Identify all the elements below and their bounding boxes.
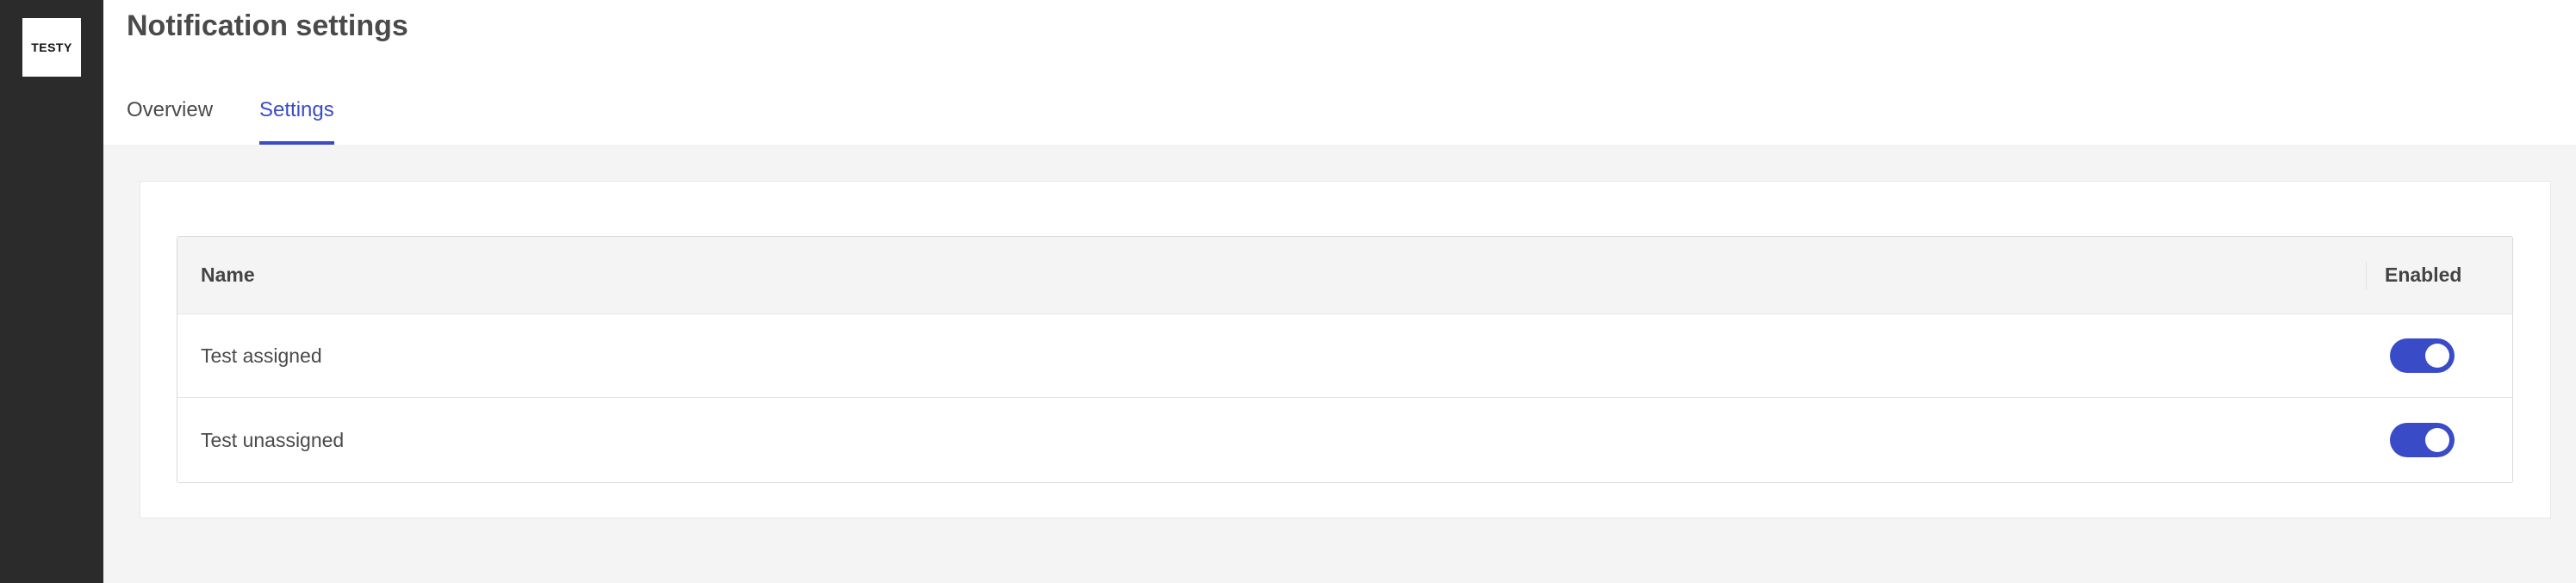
page-title: Notification settings	[127, 9, 408, 42]
app-root: TESTY Notification settings Overview Set…	[0, 0, 2576, 583]
settings-card: Name Enabled Test assigned Test unassign…	[140, 181, 2551, 518]
enabled-toggle[interactable]	[2390, 423, 2455, 457]
sidebar: TESTY	[0, 0, 103, 583]
table-row: Test assigned	[177, 314, 2512, 398]
toggle-knob	[2425, 344, 2449, 368]
tab-bar: Overview Settings	[127, 93, 381, 145]
page-header: Notification settings Overview Settings	[103, 0, 2576, 145]
column-header-name[interactable]: Name	[201, 237, 255, 313]
notification-name: Test unassigned	[201, 428, 345, 451]
tab-settings[interactable]: Settings	[259, 93, 334, 145]
notification-table: Name Enabled Test assigned Test unassign…	[177, 236, 2513, 483]
enabled-toggle[interactable]	[2390, 338, 2455, 373]
tab-overview[interactable]: Overview	[127, 93, 213, 145]
toggle-knob	[2425, 428, 2449, 452]
column-header-enabled[interactable]: Enabled	[2385, 237, 2461, 313]
notification-name: Test assigned	[201, 344, 322, 367]
column-divider	[2366, 261, 2367, 290]
app-logo[interactable]: TESTY	[22, 18, 81, 77]
table-header-row: Name Enabled	[177, 237, 2512, 314]
table-row: Test unassigned	[177, 398, 2512, 482]
